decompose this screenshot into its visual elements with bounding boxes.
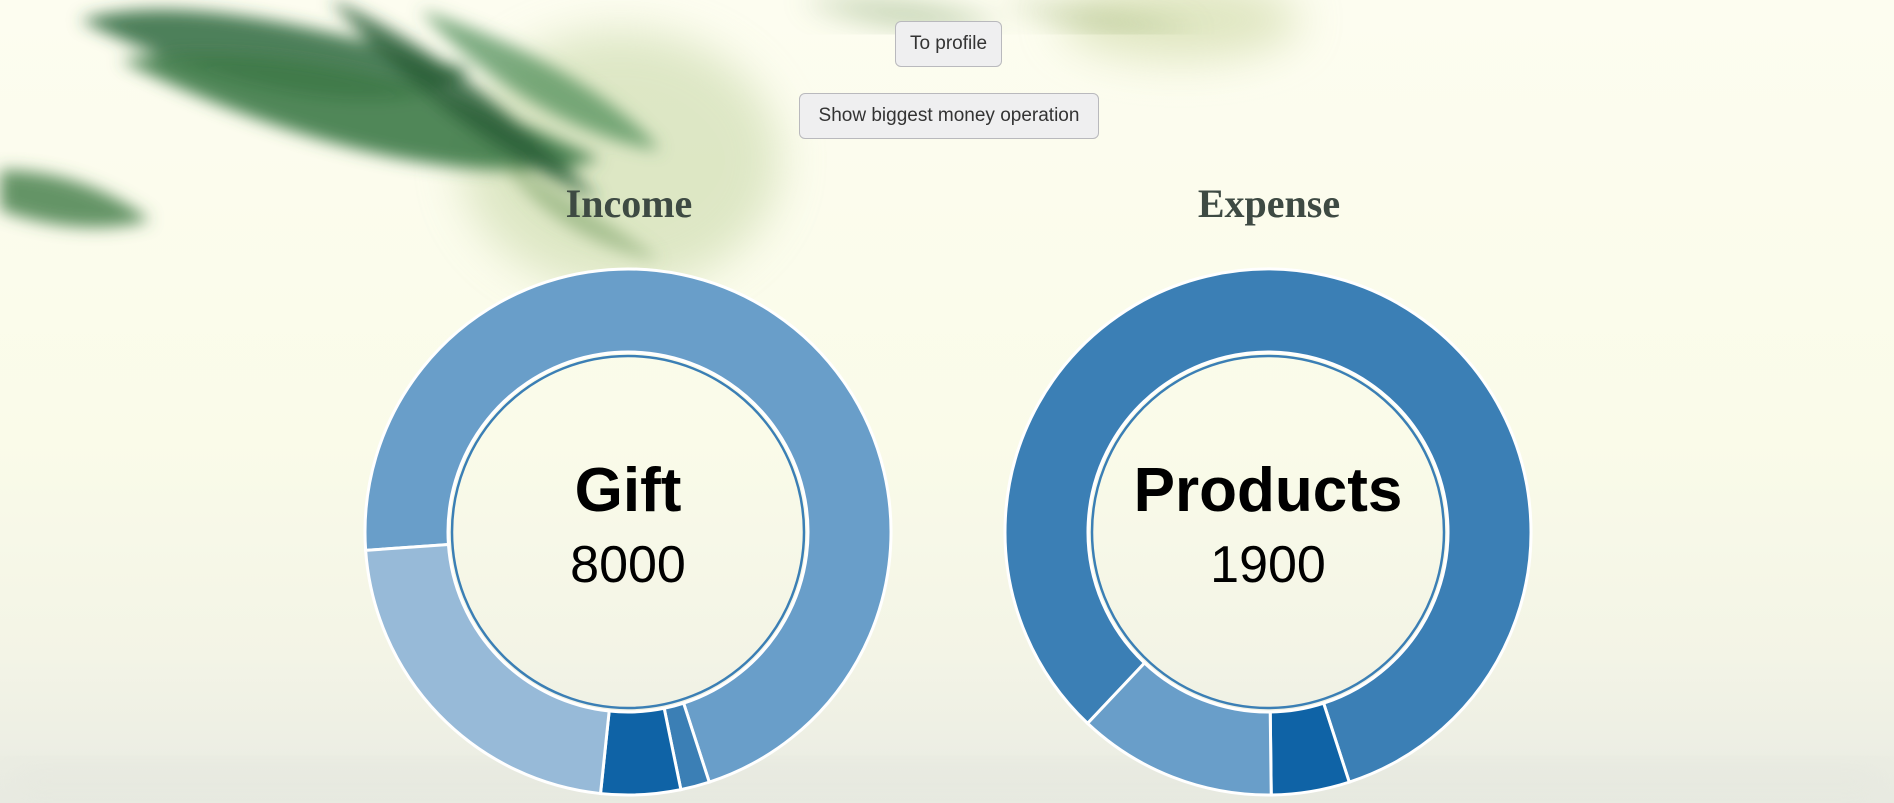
expense-donut-chart (1003, 267, 1533, 797)
income-center-value: 8000 (570, 536, 686, 594)
income-donut-chart (363, 267, 893, 797)
expense-inner-ring (1090, 354, 1446, 710)
income-inner-ring (450, 354, 806, 710)
income-chart-title: Income (565, 181, 693, 226)
expense-center-label: Products (1133, 456, 1403, 525)
expense-chart-title: Expense (1197, 181, 1341, 226)
expense-center-value: 1900 (1210, 536, 1326, 594)
show-biggest-operation-button[interactable]: Show biggest money operation (799, 93, 1099, 139)
to-profile-button[interactable]: To profile (895, 21, 1002, 67)
income-center-label: Gift (574, 456, 682, 525)
